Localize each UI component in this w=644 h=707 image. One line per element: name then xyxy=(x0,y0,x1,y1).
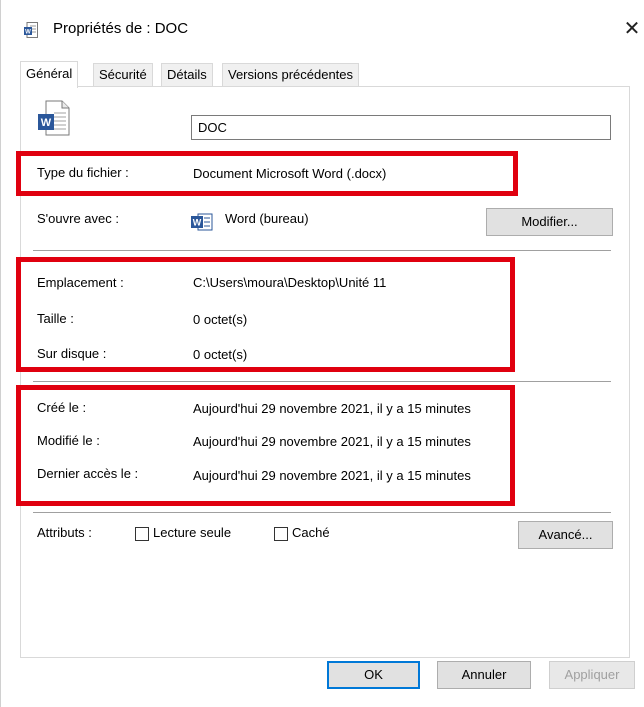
change-button[interactable]: Modifier... xyxy=(486,208,613,236)
advanced-button[interactable]: Avancé... xyxy=(518,521,613,549)
tab-previous-versions[interactable]: Versions précédentes xyxy=(222,63,360,87)
attributes-label: Attributs : xyxy=(37,525,92,540)
word-document-icon: W xyxy=(38,100,70,136)
hidden-checkbox[interactable] xyxy=(274,527,288,541)
properties-dialog: W Propriétés de : DOC ✕ Général Sécurité… xyxy=(0,0,644,707)
window-title: Propriétés de : DOC xyxy=(53,20,189,37)
apply-button[interactable]: Appliquer xyxy=(549,661,635,689)
tab-details[interactable]: Détails xyxy=(161,63,213,87)
svg-text:W: W xyxy=(41,117,52,129)
readonly-checkbox[interactable] xyxy=(135,527,149,541)
highlight-box-location-size xyxy=(16,257,515,372)
highlight-box-file-type xyxy=(16,151,518,196)
separator xyxy=(33,250,611,251)
file-name-input[interactable] xyxy=(191,115,611,140)
cancel-button[interactable]: Annuler xyxy=(437,661,531,689)
separator xyxy=(33,381,611,382)
close-button[interactable]: ✕ xyxy=(620,15,644,43)
highlight-box-dates xyxy=(16,385,515,506)
tab-strip: Général Sécurité Détails Versions précéd… xyxy=(20,61,630,88)
tab-security[interactable]: Sécurité xyxy=(93,63,153,87)
ok-button[interactable]: OK xyxy=(327,661,420,689)
opens-with-label: S'ouvre avec : xyxy=(37,211,119,226)
tab-general[interactable]: Général xyxy=(20,61,79,88)
svg-text:W: W xyxy=(25,30,31,36)
readonly-label[interactable]: Lecture seule xyxy=(153,525,231,540)
hidden-label[interactable]: Caché xyxy=(292,525,330,540)
svg-text:W: W xyxy=(193,218,202,228)
separator xyxy=(33,512,611,513)
word-document-icon: W xyxy=(24,22,38,38)
title-bar: W Propriétés de : DOC ✕ xyxy=(1,0,644,56)
word-app-icon: W xyxy=(191,213,213,231)
opens-with-value: Word (bureau) xyxy=(225,211,309,226)
